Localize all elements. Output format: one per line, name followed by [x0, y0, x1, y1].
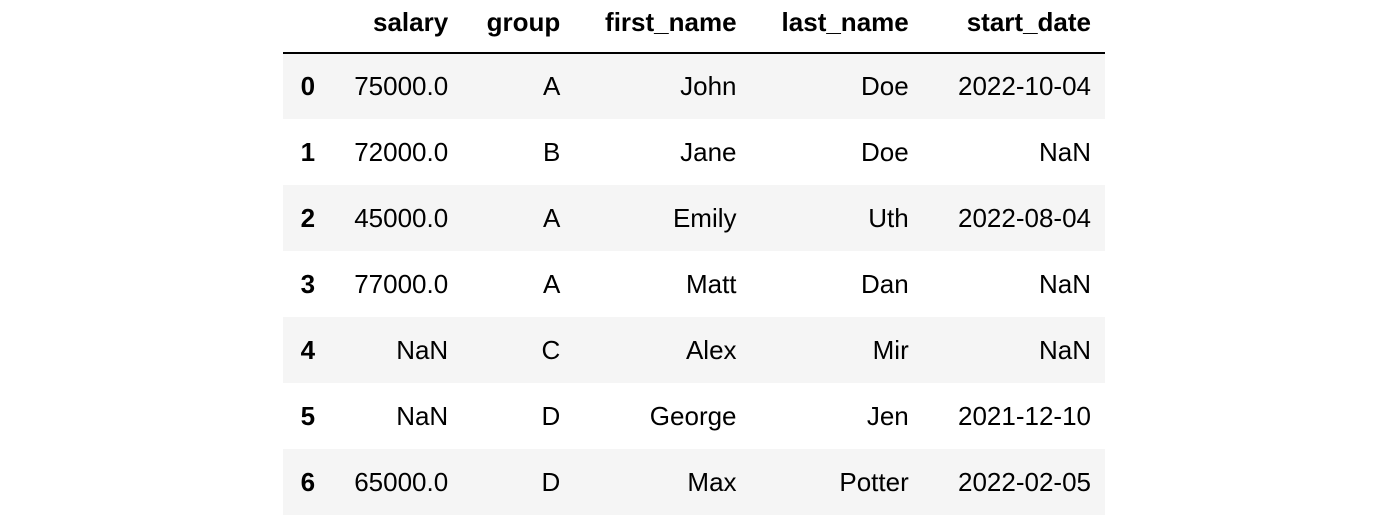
table-cell: NaN: [1038, 334, 1091, 365]
row-index: 4: [300, 334, 316, 365]
table-cell: Jane: [680, 136, 737, 167]
table-row: 1 72000.0 B Jane Doe NaN: [283, 119, 1105, 185]
column-header-last-name: last_name: [750, 0, 923, 54]
table-cell: 75000.0: [354, 71, 449, 101]
index-header: [283, 0, 330, 54]
table-cell: Emily: [672, 202, 737, 233]
column-header-first-name: first_name: [574, 0, 751, 54]
table-cell: Alex: [685, 334, 737, 365]
row-index: 0: [300, 71, 316, 101]
table-cell: Doe: [861, 136, 909, 167]
table-cell: Mir: [872, 334, 909, 365]
table-row: 6 65000.0 D Max Potter 2022-02-05: [283, 449, 1105, 515]
row-index: 6: [300, 466, 316, 497]
table-cell: Doe: [861, 71, 909, 101]
table-cell: C: [541, 334, 561, 365]
table-cell: Dan: [861, 268, 909, 299]
table-cell: Max: [687, 466, 737, 497]
table-cell: B: [542, 136, 561, 167]
table-cell: NaN: [396, 334, 449, 365]
table-cell: Potter: [839, 466, 909, 497]
row-index: 5: [300, 400, 316, 431]
dataframe-table: salary group first_name last_name start_date…: [283, 0, 1105, 515]
table-cell: Matt: [685, 268, 737, 299]
row-index: 2: [300, 202, 316, 233]
table-cell: NaN: [396, 400, 449, 431]
table-cell: D: [541, 400, 561, 431]
table-cell: 2021-12-10: [958, 400, 1091, 431]
table-row: 3 77000.0 A Matt Dan NaN: [283, 251, 1105, 317]
table-cell: 65000.0: [354, 466, 449, 497]
table-cell: NaN: [1038, 136, 1091, 167]
row-index: 1: [300, 136, 316, 167]
table-cell: A: [542, 268, 561, 299]
table-cell: 2022-08-04: [958, 202, 1091, 233]
table-row: 4 NaN C Alex Mir NaN: [283, 317, 1105, 383]
column-header-group: group: [462, 0, 575, 54]
table-cell: A: [542, 71, 561, 101]
table-cell: A: [542, 202, 561, 233]
table-row: 0 75000.0 A John Doe 2022-10-04: [283, 53, 1105, 119]
table-cell: D: [541, 466, 561, 497]
header-row: salary group first_name last_name start_date: [283, 0, 1105, 54]
table-cell: 72000.0: [354, 136, 449, 167]
row-index: 3: [300, 268, 316, 299]
table-cell: John: [680, 71, 737, 101]
table-cell: 2022-10-04: [958, 71, 1091, 101]
table-cell: Jen: [866, 400, 909, 431]
table-row: 5 NaN D George Jen 2021-12-10: [283, 383, 1105, 449]
column-header-start-date: start_date: [922, 0, 1105, 54]
table-cell: Uth: [868, 202, 909, 233]
table-cell: 2022-02-05: [958, 466, 1091, 497]
table-cell: 45000.0: [354, 202, 449, 233]
table-cell: 77000.0: [354, 268, 449, 299]
column-header-salary: salary: [329, 0, 463, 54]
table-row: 2 45000.0 A Emily Uth 2022-08-04: [283, 185, 1105, 251]
table-cell: NaN: [1038, 268, 1091, 299]
table-cell: George: [649, 400, 737, 431]
